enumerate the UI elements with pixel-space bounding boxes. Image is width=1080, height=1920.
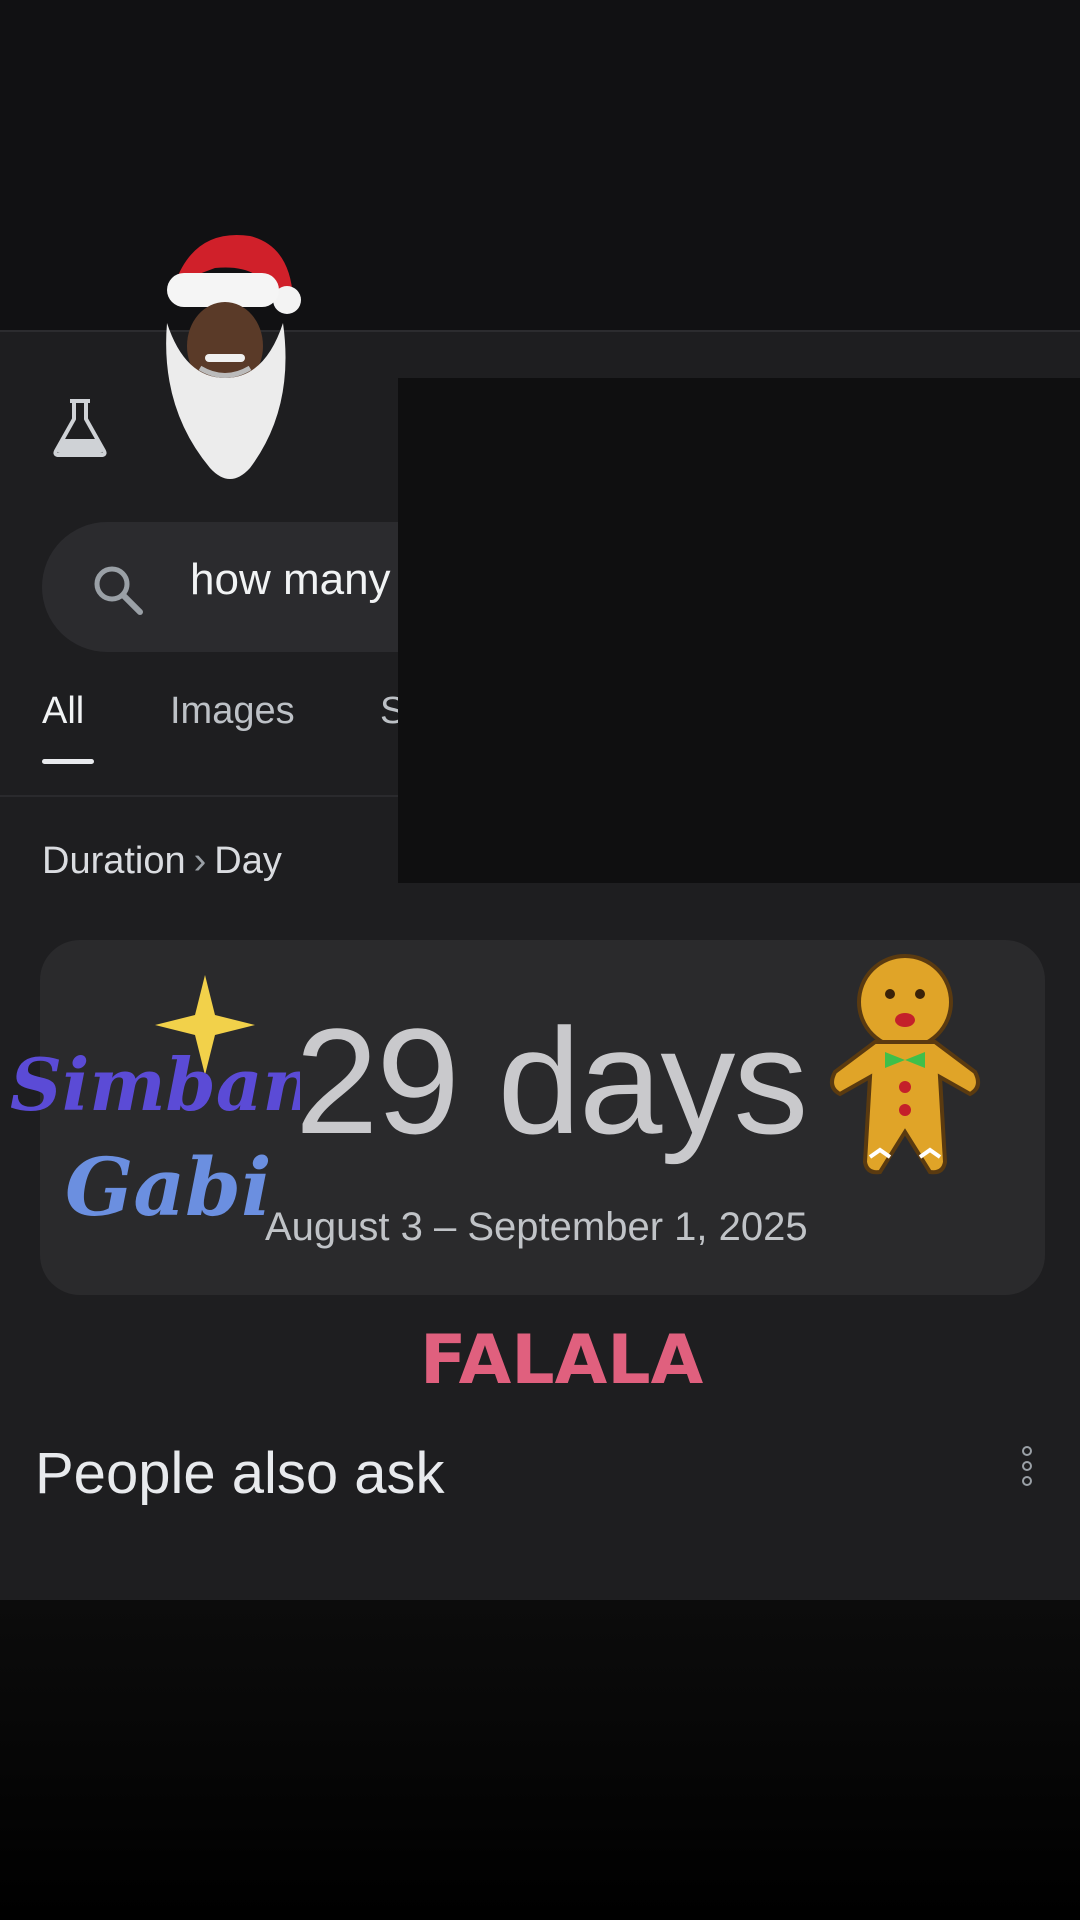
svg-text:Gabi: Gabi bbox=[65, 1140, 271, 1234]
bottom-dark-area bbox=[0, 1600, 1080, 1920]
falala-text: FALALA bbox=[420, 1321, 704, 1400]
simbang-gabi-sticker: Simbang Gabi Gabi bbox=[10, 975, 300, 1234]
breadcrumb-parent[interactable]: Duration bbox=[42, 840, 186, 882]
breadcrumb-separator: › bbox=[193, 840, 207, 882]
labs-flask-icon[interactable] bbox=[48, 395, 112, 459]
answer-value: 29 days bbox=[295, 997, 808, 1165]
falala-sticker: FALALA bbox=[420, 1321, 704, 1400]
more-vert-icon[interactable] bbox=[1020, 1445, 1034, 1487]
breadcrumb-child[interactable]: Day bbox=[214, 840, 282, 882]
breadcrumb[interactable]: Duration › Day bbox=[42, 840, 282, 883]
santa-sticker bbox=[166, 234, 301, 479]
tab-all[interactable]: All bbox=[42, 690, 84, 733]
simbang-text: Simbang Gabi bbox=[10, 1042, 300, 1127]
tab-active-indicator bbox=[42, 759, 94, 764]
dark-overlay-box bbox=[398, 378, 1080, 883]
search-icon[interactable] bbox=[88, 560, 148, 620]
tab-images[interactable]: Images bbox=[170, 690, 295, 733]
gingerbread-sticker bbox=[829, 954, 981, 1175]
search-input[interactable]: how many bbox=[190, 555, 391, 605]
people-also-ask-title: People also ask bbox=[35, 1441, 445, 1506]
answer-date-range: August 3 – September 1, 2025 bbox=[265, 1205, 808, 1249]
